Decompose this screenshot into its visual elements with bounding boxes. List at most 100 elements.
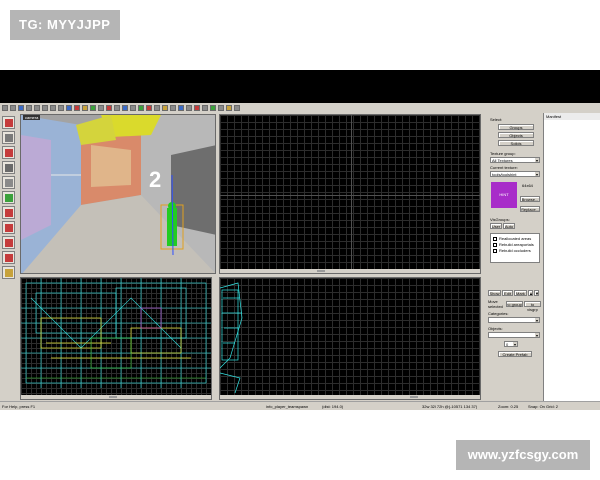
overlay-icon[interactable] bbox=[170, 105, 176, 111]
entity-tool-icon[interactable] bbox=[2, 161, 15, 174]
status-coordinates: 32w 32l 72h @(-10571 134 37) bbox=[422, 404, 478, 409]
paste-icon[interactable] bbox=[42, 105, 48, 111]
front-view-wireframe bbox=[21, 278, 211, 388]
top-view-viewport[interactable] bbox=[219, 114, 481, 274]
undo-icon[interactable] bbox=[50, 105, 56, 111]
redo-icon[interactable] bbox=[58, 105, 64, 111]
categories-select[interactable] bbox=[488, 317, 540, 323]
cordon-icon[interactable] bbox=[178, 105, 184, 111]
visgroup-up-button[interactable]: ▲ bbox=[528, 290, 533, 296]
block-tool-icon[interactable] bbox=[2, 176, 15, 189]
front-view-scroll-thumb[interactable] bbox=[109, 396, 117, 398]
groups-button[interactable]: Groups bbox=[498, 124, 534, 130]
texture-group-select[interactable]: All Textures bbox=[490, 157, 540, 163]
visgroup-item-2[interactable]: Rebuild areaportals bbox=[499, 242, 534, 247]
hollow-icon[interactable] bbox=[106, 105, 112, 111]
replace-button[interactable]: Replace... bbox=[520, 206, 540, 212]
decal-icon[interactable] bbox=[162, 105, 168, 111]
save-icon[interactable] bbox=[18, 105, 24, 111]
top-view-axis-vertical bbox=[351, 115, 352, 273]
group-icon[interactable] bbox=[74, 105, 80, 111]
watermark-bottom: www.yzfcsgy.com bbox=[456, 440, 590, 470]
path-icon[interactable] bbox=[202, 105, 208, 111]
new-icon[interactable] bbox=[2, 105, 8, 111]
side-view-scroll-thumb[interactable] bbox=[410, 396, 418, 398]
visgroup-down-button[interactable]: ▼ bbox=[534, 290, 539, 296]
grid-icon[interactable] bbox=[66, 105, 72, 111]
vertex-tool-icon[interactable] bbox=[2, 251, 15, 264]
front-view-scrollbar[interactable] bbox=[21, 395, 211, 399]
show-button[interactable]: Show bbox=[488, 290, 501, 296]
create-prefab-button[interactable]: Create Prefab bbox=[498, 351, 532, 357]
brush-icon[interactable] bbox=[154, 105, 160, 111]
carve-icon[interactable] bbox=[98, 105, 104, 111]
clipping-tool-icon[interactable] bbox=[2, 236, 15, 249]
status-entity: info_player_teamspawn bbox=[266, 404, 309, 409]
larger-grid-icon[interactable] bbox=[122, 105, 128, 111]
select-icon[interactable] bbox=[138, 105, 144, 111]
browse-button[interactable]: Browse... bbox=[520, 196, 540, 202]
camera-tool-icon[interactable] bbox=[2, 146, 15, 159]
open-icon[interactable] bbox=[10, 105, 16, 111]
camera-viewport-label: camera bbox=[23, 115, 41, 120]
copy-icon[interactable] bbox=[34, 105, 40, 111]
solids-button[interactable]: Solids bbox=[498, 140, 534, 146]
toggle-helpers-icon[interactable] bbox=[234, 105, 240, 111]
apply-texture-icon[interactable] bbox=[226, 105, 232, 111]
visgroups-list: Reallocated areas Rebuild areaportals Re… bbox=[490, 233, 540, 263]
vertex-icon[interactable] bbox=[194, 105, 200, 111]
camera-viewport[interactable]: 2 camera bbox=[20, 114, 216, 274]
tab-auto[interactable]: Auto bbox=[503, 223, 515, 229]
to-group-button[interactable]: to group bbox=[506, 301, 523, 307]
letterbox-bar bbox=[0, 70, 600, 103]
run-map-icon[interactable] bbox=[114, 105, 120, 111]
texture-size: 64x64 bbox=[522, 183, 533, 188]
path-tool-icon[interactable] bbox=[2, 266, 15, 279]
camera-scene: 2 bbox=[21, 115, 215, 273]
tool-strip bbox=[0, 114, 18, 404]
move-selected-label: Move selected bbox=[488, 299, 503, 309]
visgroup-checkbox-2[interactable] bbox=[493, 243, 497, 247]
categories-label: Categories: bbox=[488, 311, 509, 316]
side-view-scrollbar[interactable] bbox=[220, 395, 480, 399]
selection-tool-icon[interactable] bbox=[2, 116, 15, 129]
smaller-grid-icon[interactable] bbox=[130, 105, 136, 111]
texture-lock-icon[interactable] bbox=[90, 105, 96, 111]
visgroup-checkbox-3[interactable] bbox=[493, 249, 497, 253]
select-label: Select: bbox=[490, 117, 503, 122]
mark-button[interactable]: Mark bbox=[514, 290, 527, 296]
ungroup-icon[interactable] bbox=[82, 105, 88, 111]
watermark-top: TG: MYYJJPP bbox=[10, 10, 120, 40]
to-visgroup-button[interactable]: to visgrp bbox=[524, 301, 541, 312]
texture-tool-icon[interactable] bbox=[2, 191, 15, 204]
objects-button[interactable]: Objects bbox=[498, 132, 534, 138]
clip-icon[interactable] bbox=[186, 105, 192, 111]
visgroups-label: VisGroups: bbox=[490, 217, 510, 222]
entity-icon[interactable] bbox=[146, 105, 152, 111]
front-view-viewport[interactable] bbox=[20, 277, 212, 400]
object-panel: Select: Groups Objects Solids Texture gr… bbox=[484, 113, 542, 401]
side-view-viewport[interactable] bbox=[219, 277, 481, 400]
magnify-tool-icon[interactable] bbox=[2, 131, 15, 144]
objects-select[interactable] bbox=[488, 332, 540, 338]
texture-preview[interactable]: HINT bbox=[491, 182, 517, 208]
texture-group-label: Texture group: bbox=[490, 151, 516, 156]
prefab-spinner[interactable]: 0 bbox=[504, 341, 518, 347]
screenshot: TG: MYYJJPP 2 camera Select: Groups Obje… bbox=[0, 0, 600, 480]
top-view-scrollbar[interactable] bbox=[220, 269, 480, 273]
edit-button[interactable]: Edit bbox=[502, 290, 513, 296]
hammer-editor-window: 2 camera Select: Groups Objects Solids T… bbox=[0, 103, 600, 410]
camera-icon[interactable] bbox=[210, 105, 216, 111]
current-texture-select[interactable]: tools/toolshint bbox=[490, 171, 540, 177]
svg-text:2: 2 bbox=[149, 167, 161, 192]
apply-decal-icon[interactable] bbox=[2, 206, 15, 219]
overlay-tool-icon[interactable] bbox=[2, 221, 15, 234]
magnify-icon[interactable] bbox=[218, 105, 224, 111]
top-view-scroll-thumb[interactable] bbox=[317, 270, 325, 272]
tab-user[interactable]: User bbox=[490, 223, 502, 229]
top-view-axis-horizontal bbox=[220, 195, 480, 196]
visgroup-checkbox-1[interactable] bbox=[493, 237, 497, 241]
visgroup-item-1[interactable]: Reallocated areas bbox=[499, 236, 531, 241]
cut-icon[interactable] bbox=[26, 105, 32, 111]
visgroup-item-3[interactable]: Rebuild occluders bbox=[499, 248, 531, 253]
